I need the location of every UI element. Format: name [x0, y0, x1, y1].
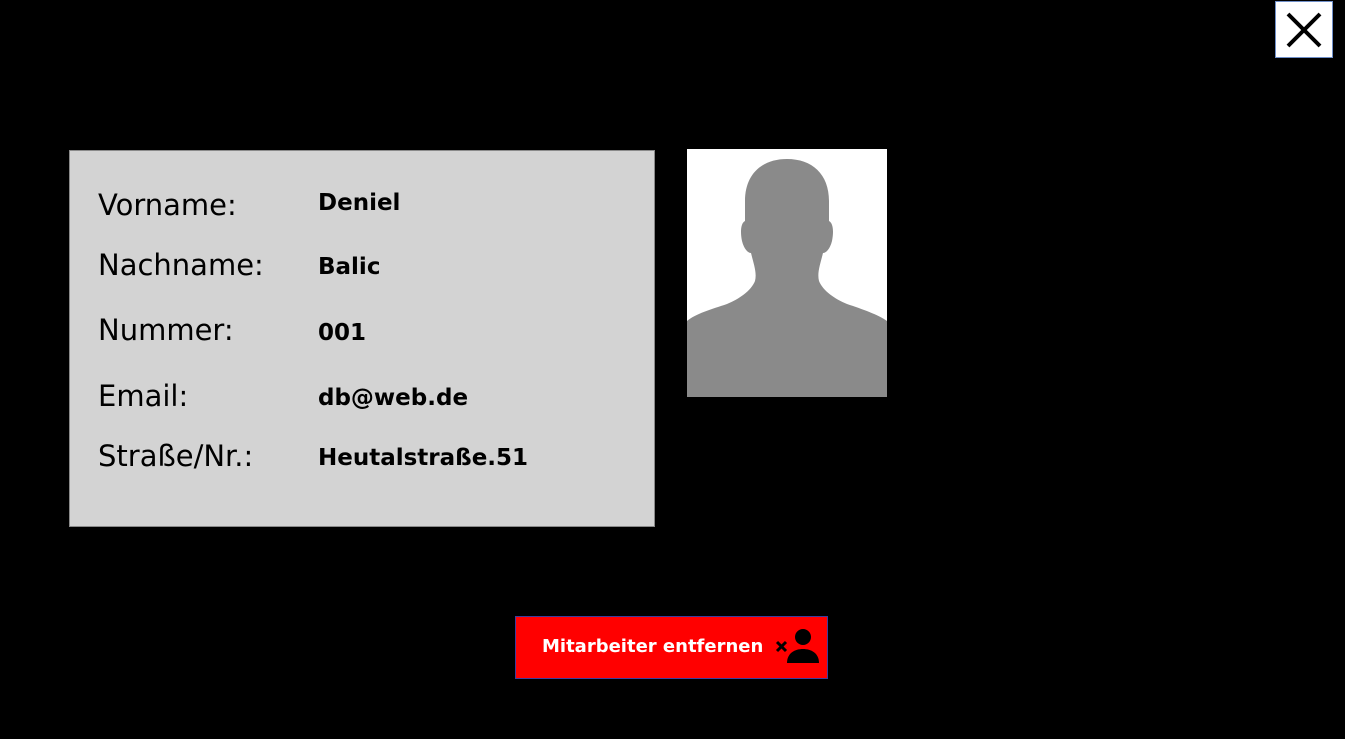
street-value: Heutalstraße.51 — [318, 445, 529, 471]
employee-detail-window: Vorname: Deniel Nachname: Balic Nummer: … — [0, 0, 1345, 739]
close-button[interactable] — [1275, 1, 1333, 58]
close-icon — [1286, 12, 1322, 47]
street-label: Straße/Nr.: — [98, 439, 254, 473]
number-label: Nummer: — [98, 313, 234, 347]
person-silhouette-icon — [687, 159, 887, 397]
last-name-label: Nachname: — [98, 248, 264, 282]
remove-employee-label: Mitarbeiter entfernen — [542, 636, 764, 657]
employee-photo — [687, 149, 887, 397]
email-label: Email: — [98, 379, 189, 413]
remove-user-icon — [775, 629, 819, 663]
employee-info-panel: Vorname: Deniel Nachname: Balic Nummer: … — [69, 150, 655, 527]
remove-employee-button[interactable]: Mitarbeiter entfernen — [515, 616, 828, 679]
last-name-value: Balic — [318, 254, 381, 280]
number-value: 001 — [318, 320, 367, 346]
email-value: db@web.de — [318, 385, 469, 411]
first-name-label: Vorname: — [98, 188, 237, 222]
first-name-value: Deniel — [318, 190, 401, 216]
